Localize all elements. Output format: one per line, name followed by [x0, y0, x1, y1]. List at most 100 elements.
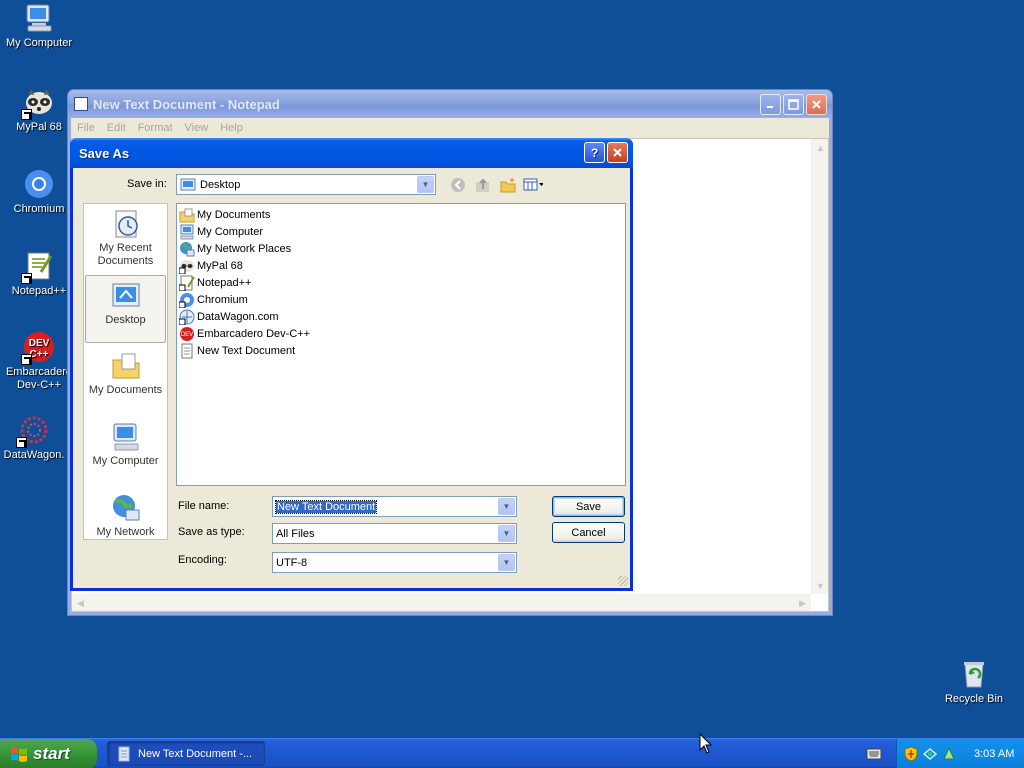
raccoon-icon [179, 259, 194, 274]
scroll-up-icon[interactable]: ▲ [812, 139, 829, 156]
internet-shortcut-icon [179, 309, 195, 325]
list-item[interactable]: MyPal 68 [179, 257, 623, 274]
save-as-dialog: Save As ? Save in: Desktop ▼ My Recent D… [70, 138, 633, 591]
list-item[interactable]: DEV Embarcadero Dev-C++ [179, 325, 623, 342]
list-item[interactable]: My Network Places [179, 240, 623, 257]
list-item[interactable]: DataWagon.com [179, 308, 623, 325]
back-button[interactable] [448, 176, 468, 194]
computer-icon [23, 2, 55, 34]
save-as-type-value: All Files [276, 527, 315, 540]
place-label: My Computer [92, 455, 159, 467]
menu-format[interactable]: Format [132, 122, 179, 134]
desktop-icon-recycle-bin[interactable]: Recycle Bin [934, 658, 1014, 706]
file-name-label: File name: [178, 500, 230, 512]
view-menu-icon [523, 178, 543, 191]
desktop-icon-label: Recycle Bin [944, 693, 1004, 705]
update-icon[interactable] [941, 746, 957, 762]
maximize-button[interactable] [783, 94, 804, 115]
documents-folder-icon [110, 350, 142, 382]
shortcut-arrow-icon [21, 273, 32, 284]
scroll-right-icon[interactable]: ▶ [794, 595, 811, 612]
place-my-computer[interactable]: My Computer [84, 417, 167, 485]
shortcut-arrow-icon [16, 437, 27, 448]
documents-folder-icon [179, 208, 195, 222]
start-label: start [33, 744, 70, 763]
scroll-down-icon[interactable]: ▼ [812, 577, 829, 594]
list-item[interactable]: My Computer [179, 223, 623, 240]
desktop-icon [180, 178, 196, 190]
devcpp-icon: DEV C++ [21, 331, 55, 365]
encoding-label: Encoding: [178, 554, 227, 566]
desktop-icon-my-computer[interactable]: My Computer [0, 2, 79, 50]
place-my-documents[interactable]: My Documents [84, 346, 167, 414]
raccoon-icon [21, 86, 55, 120]
minimize-button[interactable] [760, 94, 781, 115]
help-button[interactable]: ? [584, 142, 605, 163]
file-name-value: New Text Document [274, 499, 378, 514]
horizontal-scrollbar[interactable]: ◀ ▶ [72, 594, 811, 611]
help-icon: ? [590, 145, 599, 160]
menu-edit[interactable]: Edit [101, 122, 132, 134]
list-item[interactable]: Notepad++ [179, 274, 623, 291]
desktop-icon-label: DataWagon. [3, 449, 65, 461]
security-shield-icon[interactable] [903, 746, 919, 762]
chevron-down-icon[interactable]: ▼ [498, 554, 515, 571]
notepadpp-icon [179, 275, 195, 291]
close-icon [613, 148, 622, 157]
taskbar-item-notepad[interactable]: New Text Document -... [107, 741, 265, 766]
notepadpp-icon [21, 250, 55, 284]
taskbar-item-label: New Text Document -... [138, 747, 253, 760]
computer-icon [110, 421, 142, 453]
list-item[interactable]: New Text Document [179, 342, 623, 359]
resize-grip-icon[interactable] [618, 576, 628, 586]
dialog-titlebar[interactable]: Save As ? [70, 138, 633, 168]
place-my-network[interactable]: My Network [84, 488, 167, 539]
datawagon-icon [16, 414, 50, 448]
place-desktop[interactable]: Desktop [85, 275, 166, 343]
up-folder-button[interactable] [473, 176, 493, 194]
menu-file[interactable]: File [71, 122, 101, 134]
minimize-icon [767, 106, 773, 108]
close-button[interactable] [806, 94, 827, 115]
place-recent-documents[interactable]: My Recent Documents [84, 204, 167, 272]
notepad-titlebar[interactable]: New Text Document - Notepad [68, 90, 832, 118]
clock: 3:03 AM [974, 748, 1015, 760]
notepad-icon [118, 746, 130, 761]
notepad-title: New Text Document - Notepad [93, 96, 280, 112]
chevron-down-icon[interactable]: ▼ [417, 176, 434, 193]
view-menu-button[interactable] [523, 176, 543, 194]
places-bar: My Recent Documents Desktop My Documents… [83, 203, 168, 540]
list-item[interactable]: My Documents [179, 206, 623, 223]
desktop-icon-datawagon[interactable]: DataWagon. [0, 414, 74, 462]
save-in-value: Desktop [200, 178, 241, 191]
cancel-button[interactable]: Cancel [552, 522, 625, 543]
save-button[interactable]: Save [552, 496, 625, 517]
chevron-down-icon[interactable]: ▼ [498, 498, 515, 515]
svg-text:DEV: DEV [29, 338, 50, 349]
network-globe-icon [180, 241, 195, 256]
menu-view[interactable]: View [179, 122, 215, 134]
file-list[interactable]: My Documents My Computer My Network Plac… [176, 203, 626, 486]
chevron-down-icon[interactable]: ▼ [498, 525, 515, 542]
svg-text:C++: C++ [30, 349, 49, 360]
network-icon[interactable] [922, 746, 938, 762]
start-button[interactable]: start [0, 739, 97, 768]
save-in-dropdown[interactable]: Desktop ▼ [176, 174, 436, 195]
file-name-field[interactable]: New Text Document ▼ [272, 496, 517, 517]
save-as-type-label: Save as type: [178, 526, 245, 538]
taskbar: start New Text Document -... 3:03 AM [0, 738, 1024, 768]
shortcut-arrow-icon [21, 354, 32, 365]
svg-text:DEV: DEV [181, 332, 193, 338]
place-label: My Documents [88, 384, 163, 396]
scroll-left-icon[interactable]: ◀ [72, 595, 89, 612]
new-folder-button[interactable] [498, 176, 518, 194]
list-item[interactable]: Chromium [179, 291, 623, 308]
encoding-dropdown[interactable]: UTF-8 ▼ [272, 552, 517, 573]
save-as-type-dropdown[interactable]: All Files ▼ [272, 523, 517, 544]
network-globe-icon [110, 492, 142, 524]
vertical-scrollbar[interactable]: ▲ ▼ [811, 139, 828, 594]
menu-help[interactable]: Help [214, 122, 249, 134]
maximize-icon [788, 99, 799, 110]
keyboard-icon[interactable] [866, 747, 882, 761]
dialog-close-button[interactable] [607, 142, 628, 163]
